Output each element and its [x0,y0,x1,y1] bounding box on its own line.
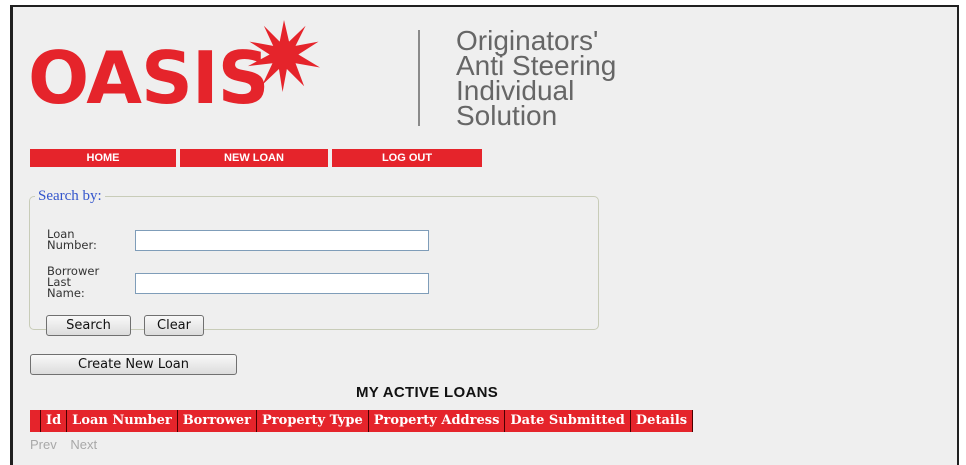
oasis-logo: OASIS [28,36,269,120]
row-select-column [30,410,41,432]
column-header-id[interactable]: Id [41,410,68,432]
column-header-details[interactable]: Details [630,410,694,432]
column-header-date-submitted[interactable]: Date Submitted [505,410,631,432]
pager: Prev Next [30,437,107,452]
search-legend: Search by: [38,188,102,204]
active-loans-title: MY ACTIVE LOANS [356,384,499,401]
nav-log-out[interactable]: LOG OUT [332,149,482,167]
starburst-icon [248,20,320,92]
loans-table-header: Id Loan Number Borrower Property Type Pr… [30,410,694,432]
search-panel: Search by: Loan Number: Borrower Last Na… [29,188,599,336]
nav-new-loan[interactable]: NEW LOAN [180,149,328,167]
column-header-loan-number[interactable]: Loan Number [67,410,178,432]
loan-number-input[interactable] [135,230,429,251]
column-header-property-type[interactable]: Property Type [257,410,369,432]
next-link[interactable]: Next [70,437,97,452]
tagline: Originators' Anti Steering Individual So… [456,27,616,131]
logo-divider [418,30,420,126]
column-header-property-address[interactable]: Property Address [368,410,506,432]
search-button[interactable]: Search [46,315,131,336]
create-new-loan-button[interactable]: Create New Loan [30,354,237,375]
prev-link[interactable]: Prev [30,437,57,452]
loan-number-label: Loan Number: [47,227,97,252]
nav-home[interactable]: HOME [30,149,176,167]
borrower-last-name-input[interactable] [135,273,429,294]
borrower-last-name-label: Borrower Last Name: [47,264,100,300]
tagline-line: Solution [456,100,558,131]
column-header-borrower[interactable]: Borrower [177,410,258,432]
clear-button[interactable]: Clear [144,315,204,336]
